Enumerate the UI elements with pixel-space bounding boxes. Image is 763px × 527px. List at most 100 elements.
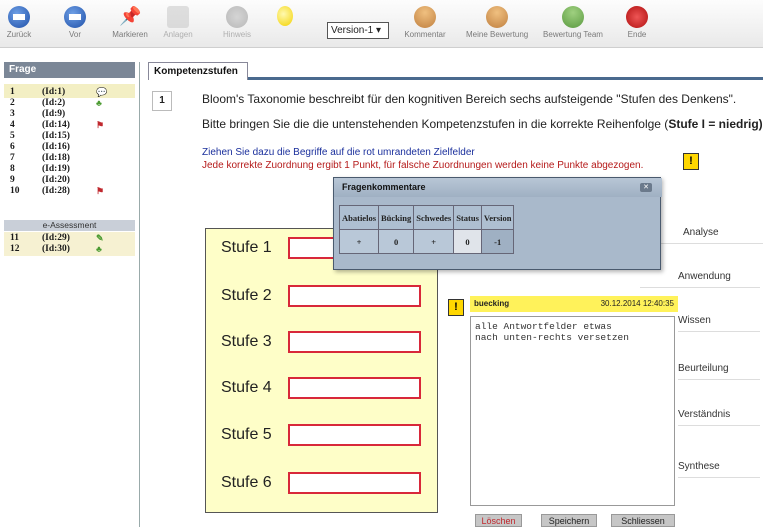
pin-icon: ⚑ bbox=[96, 186, 105, 196]
attachments-button[interactable]: Anlagen bbox=[160, 2, 196, 46]
table-cell: 0 bbox=[377, 229, 415, 254]
question-id: (Id:9) bbox=[42, 109, 66, 119]
speech-bubble-icon: 💬 bbox=[96, 87, 108, 97]
warning-icon: ! bbox=[448, 299, 464, 316]
table-cell: 0 bbox=[453, 229, 482, 254]
comments-table: Abatielos Bücking Schwedes Status Version +0… bbox=[339, 205, 515, 254]
back-arrow-icon bbox=[8, 6, 30, 28]
note-textarea[interactable]: alle Antwortfelder etwas nach unten-rech… bbox=[470, 316, 675, 506]
question-number: 9 bbox=[10, 175, 15, 185]
note-date: 30.12.2014 12:40:35 bbox=[600, 299, 674, 308]
table-header: Version bbox=[480, 205, 515, 230]
level-label: Stufe 3 bbox=[221, 333, 272, 350]
version-select[interactable]: Version-1 ▾ bbox=[327, 22, 389, 39]
lightbulb-icon bbox=[277, 6, 293, 26]
question-number: 7 bbox=[10, 153, 15, 163]
question-id: (Id:30) bbox=[42, 244, 70, 254]
close-button[interactable]: Schliessen bbox=[611, 514, 675, 527]
tab-bar: Kompetenzstufen bbox=[148, 62, 763, 80]
person-icon bbox=[486, 6, 508, 28]
drop-target[interactable] bbox=[288, 377, 421, 399]
drop-target[interactable] bbox=[288, 285, 421, 307]
question-id: (Id:15) bbox=[42, 131, 70, 141]
drop-target[interactable] bbox=[288, 331, 421, 353]
level-label: Stufe 1 bbox=[221, 239, 272, 256]
table-cell: -1 bbox=[480, 229, 515, 254]
question-text: Bloom's Taxonomie beschreibt für den kog… bbox=[202, 92, 737, 106]
section-label: e-Assessment bbox=[4, 220, 135, 231]
comment-person-icon bbox=[414, 6, 436, 28]
pin-icon: 📌 bbox=[119, 6, 142, 26]
table-cell: + bbox=[339, 229, 379, 254]
list-item[interactable]: 6 (Id:16) bbox=[4, 142, 135, 153]
mark-button[interactable]: 📌 Markieren bbox=[110, 2, 150, 46]
light-button[interactable] bbox=[270, 2, 300, 46]
drag-word[interactable]: Analyse bbox=[645, 222, 763, 244]
table-header: Schwedes bbox=[413, 205, 455, 230]
drag-hint: Ziehen Sie dazu die Begriffe auf die rot… bbox=[202, 147, 475, 158]
list-item[interactable]: 8 (Id:19) bbox=[4, 164, 135, 175]
level-label: Stufe 5 bbox=[221, 426, 272, 443]
divider bbox=[139, 62, 140, 527]
team-icon bbox=[562, 6, 584, 28]
list-item[interactable]: 11 (Id:29) ✎ bbox=[4, 233, 135, 244]
close-icon[interactable]: ✕ bbox=[640, 183, 652, 192]
question-number: 3 bbox=[10, 109, 15, 119]
my-rating-button[interactable]: Meine Bewertung bbox=[466, 2, 528, 46]
edit-icon: ✎ bbox=[96, 233, 104, 243]
table-header: Abatielos bbox=[339, 205, 379, 230]
list-item[interactable]: 10 (Id:28) ⚑ bbox=[4, 186, 135, 197]
table-header: Bücking bbox=[377, 205, 415, 230]
back-button[interactable]: Zurück bbox=[4, 2, 34, 46]
question-id: (Id:20) bbox=[42, 175, 70, 185]
question-number: 12 bbox=[10, 244, 20, 254]
instruction-text: Bitte bringen Sie die die untenstehenden… bbox=[202, 117, 763, 131]
scoring-hint: Jede korrekte Zuordnung ergibt 1 Punkt, … bbox=[202, 160, 644, 171]
list-item[interactable]: 3 (Id:9) bbox=[4, 109, 135, 120]
note-user: buecking bbox=[474, 299, 510, 308]
warning-icon[interactable]: ! bbox=[683, 153, 699, 170]
list-item[interactable]: 7 (Id:18) bbox=[4, 153, 135, 164]
save-button[interactable]: Speichern bbox=[541, 514, 597, 527]
level-label: Stufe 2 bbox=[221, 287, 272, 304]
list-item[interactable]: 4 (Id:14) ⚑ bbox=[4, 120, 135, 131]
question-number: 5 bbox=[10, 131, 15, 141]
table-header-row: Abatielos Bücking Schwedes Status Version bbox=[339, 205, 515, 230]
tab-kompetenzstufen[interactable]: Kompetenzstufen bbox=[148, 62, 248, 80]
forward-button[interactable]: Vor bbox=[60, 2, 90, 46]
question-id: (Id:29) bbox=[42, 233, 70, 243]
question-list-header: Frage bbox=[4, 62, 135, 78]
question-number: 10 bbox=[10, 186, 20, 196]
team-rating-button[interactable]: Bewertung Team bbox=[543, 2, 603, 46]
hints-button[interactable]: Hinweis bbox=[220, 2, 254, 46]
question-number: 1 bbox=[10, 87, 15, 97]
level-label: Stufe 6 bbox=[221, 474, 272, 491]
delete-button[interactable]: Löschen bbox=[475, 514, 522, 527]
question-number: 6 bbox=[10, 142, 15, 152]
list-item[interactable]: 12 (Id:30) ♣ bbox=[4, 244, 135, 255]
attachment-icon bbox=[167, 6, 189, 28]
lifebuoy-icon bbox=[226, 6, 248, 28]
flag-icon: ♣ bbox=[96, 98, 102, 108]
drop-area: Stufe 1 Stufe 2 Stufe 3 Stufe 4 Stufe 5 Stufe… bbox=[205, 228, 438, 513]
question-id: (Id:1) bbox=[42, 87, 66, 97]
list-item[interactable]: 1 (Id:1) 💬 bbox=[4, 87, 135, 98]
question-number: 2 bbox=[10, 98, 15, 108]
list-item[interactable]: 2 (Id:2) ♣ bbox=[4, 98, 135, 109]
table-header: Status bbox=[453, 205, 482, 230]
note-header: buecking 30.12.2014 12:40:35 bbox=[470, 296, 678, 312]
drop-target[interactable] bbox=[288, 424, 421, 446]
drop-target[interactable] bbox=[288, 472, 421, 494]
table-row: +0 +0 -1 bbox=[339, 229, 515, 254]
comments-dialog: Fragenkommentare ✕ Abatielos Bücking Schwe… bbox=[333, 177, 662, 270]
comment-button[interactable]: Kommentar bbox=[400, 2, 450, 46]
question-id: (Id:28) bbox=[42, 186, 70, 196]
comment-note: ! buecking 30.12.2014 12:40:35 alle Antw… bbox=[438, 296, 678, 527]
forward-arrow-icon bbox=[64, 6, 86, 28]
list-item[interactable]: 5 (Id:15) bbox=[4, 131, 135, 142]
end-button[interactable]: Ende bbox=[622, 2, 652, 46]
toolbar: Zurück Vor 📌 Markieren Anlagen Hinweis V… bbox=[0, 0, 763, 48]
question-number: 8 bbox=[10, 164, 15, 174]
list-item[interactable]: 9 (Id:20) bbox=[4, 175, 135, 186]
level-label: Stufe 4 bbox=[221, 379, 272, 396]
